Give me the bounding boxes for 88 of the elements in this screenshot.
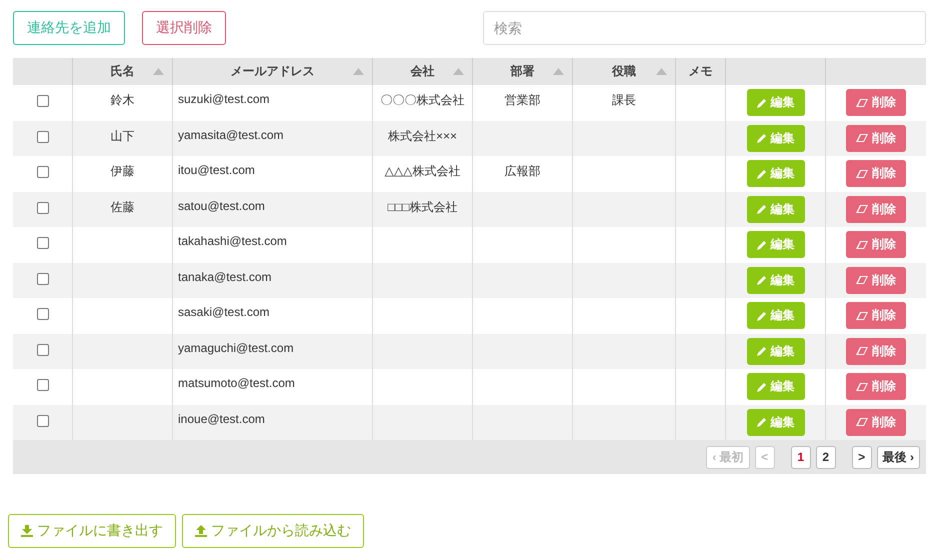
column-header[interactable]: 部署: [510, 63, 534, 80]
edit-button[interactable]: 編集: [746, 266, 804, 294]
eraser-icon: [856, 205, 868, 213]
checkbox[interactable]: [36, 202, 48, 214]
upload-icon: [195, 525, 207, 537]
checkbox[interactable]: [36, 414, 48, 426]
pencil-icon: [756, 275, 766, 285]
table-cell: suzuki@test.com: [178, 92, 270, 106]
delete-button[interactable]: 削除: [846, 89, 906, 116]
eraser-icon: [856, 170, 868, 178]
table-cell: 株式会社×××: [388, 128, 458, 144]
column-header[interactable]: 役職: [612, 63, 636, 80]
table-cell: 広報部: [504, 163, 540, 180]
eraser-icon: [856, 134, 868, 142]
column-header[interactable]: メールアドレス: [230, 63, 314, 80]
delete-button[interactable]: 削除: [846, 408, 906, 436]
add-contact-button[interactable]: 連絡先を追加: [13, 11, 125, 45]
search-field[interactable]: 検索: [483, 11, 926, 45]
table-cell: itou@test.com: [178, 163, 255, 177]
pager-nav-button[interactable]: 最後 ›: [876, 446, 920, 468]
pencil-icon: [756, 346, 766, 356]
table-cell: 佐藤: [110, 198, 134, 216]
table-cell: tanaka@test.com: [178, 270, 272, 284]
pencil-icon: [756, 240, 766, 250]
delete-selected-button[interactable]: 選択削除: [142, 11, 226, 45]
table-cell: 伊藤: [110, 163, 134, 180]
edit-button[interactable]: 編集: [746, 89, 804, 116]
table-cell: 鈴木: [110, 92, 134, 109]
page-button[interactable]: 1: [790, 446, 811, 468]
eraser-icon: [856, 240, 868, 248]
column-header[interactable]: 氏名: [110, 63, 134, 80]
checkbox[interactable]: [36, 130, 48, 142]
delete-button[interactable]: 削除: [846, 124, 906, 152]
pencil-icon: [756, 382, 766, 392]
delete-button[interactable]: 削除: [846, 160, 906, 187]
pencil-icon: [756, 98, 766, 108]
checkbox[interactable]: [36, 95, 48, 107]
export-file-button[interactable]: ファイルに書き出す: [8, 514, 176, 548]
table-cell: takahashi@test.com: [178, 234, 287, 248]
checkbox[interactable]: [36, 237, 48, 249]
delete-button[interactable]: 削除: [846, 196, 906, 222]
table-cell: yamasita@test.com: [178, 128, 284, 142]
table-cell: △△△株式会社: [384, 163, 460, 180]
table-cell: sasaki@test.com: [178, 305, 270, 319]
eraser-icon: [856, 276, 868, 284]
table-cell: yamaguchi@test.com: [178, 340, 294, 354]
pager-nav-button[interactable]: >: [852, 446, 872, 468]
column-header[interactable]: メモ: [688, 63, 712, 80]
delete-button[interactable]: 削除: [846, 302, 906, 329]
edit-button[interactable]: 編集: [746, 196, 804, 222]
checkbox[interactable]: [36, 308, 48, 320]
table-cell: satou@test.com: [178, 198, 265, 212]
edit-button[interactable]: 編集: [746, 373, 804, 400]
edit-button[interactable]: 編集: [746, 124, 804, 152]
pencil-icon: [756, 168, 766, 178]
checkbox[interactable]: [36, 272, 48, 284]
checkbox[interactable]: [36, 166, 48, 178]
table-cell: 山下: [110, 128, 134, 144]
table-cell: matsumoto@test.com: [178, 376, 295, 390]
edit-button[interactable]: 編集: [746, 408, 804, 436]
pencil-icon: [756, 204, 766, 214]
download-icon: [21, 525, 33, 537]
eraser-icon: [856, 312, 868, 320]
pencil-icon: [756, 133, 766, 143]
table-cell: inoue@test.com: [178, 412, 265, 426]
table-cell: □□□株式会社: [388, 198, 458, 216]
table-cell: 営業部: [504, 92, 540, 109]
column-header[interactable]: 会社: [410, 63, 434, 80]
page-button[interactable]: 2: [816, 446, 836, 468]
pencil-icon: [756, 417, 766, 427]
checkbox[interactable]: [36, 344, 48, 356]
delete-button[interactable]: 削除: [846, 231, 906, 258]
checkbox[interactable]: [36, 379, 48, 391]
edit-button[interactable]: 編集: [746, 160, 804, 187]
table-cell: 〇〇〇株式会社: [380, 92, 464, 109]
delete-button[interactable]: 削除: [846, 338, 906, 364]
import-file-button[interactable]: ファイルから読み込む: [182, 514, 364, 548]
edit-button[interactable]: 編集: [746, 231, 804, 258]
eraser-icon: [856, 382, 868, 390]
delete-button[interactable]: 削除: [846, 373, 906, 400]
eraser-icon: [856, 98, 868, 106]
pencil-icon: [756, 310, 766, 320]
edit-button[interactable]: 編集: [746, 338, 804, 364]
delete-button[interactable]: 削除: [846, 266, 906, 294]
eraser-icon: [856, 418, 868, 426]
edit-button[interactable]: 編集: [746, 302, 804, 329]
eraser-icon: [856, 347, 868, 355]
table-cell: 課長: [612, 92, 636, 109]
